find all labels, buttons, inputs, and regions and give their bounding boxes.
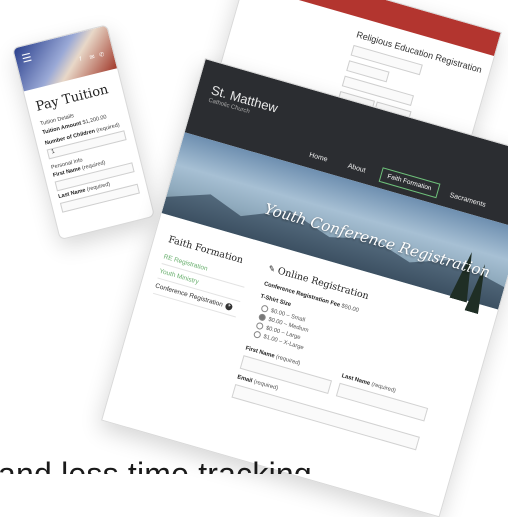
red-header-bar xyxy=(244,0,501,56)
children-value: 1 xyxy=(50,148,56,156)
headline-text: and less time tracking xyxy=(0,456,312,474)
plus-circle-icon: + xyxy=(224,302,234,312)
pay-tuition-title: Pay Tuition xyxy=(34,82,110,115)
online-registration-title: Online Registration xyxy=(276,265,370,303)
tuition-amount-value: $1,200.00 xyxy=(82,114,108,127)
email-label: Email xyxy=(236,374,253,385)
radio-icon[interactable] xyxy=(260,304,270,314)
pencil-icon: ✎ xyxy=(267,263,277,275)
radio-selected-icon[interactable] xyxy=(257,312,267,322)
phone-tuition-card: ☰ f ✉ ✆ Pay Tuition Tuition Details Tuit… xyxy=(12,24,155,241)
headline-container: and less time tracking xyxy=(0,438,508,474)
radio-icon[interactable] xyxy=(255,321,265,331)
radio-icon[interactable] xyxy=(252,330,262,339)
fee-value: $50.00 xyxy=(340,303,360,314)
